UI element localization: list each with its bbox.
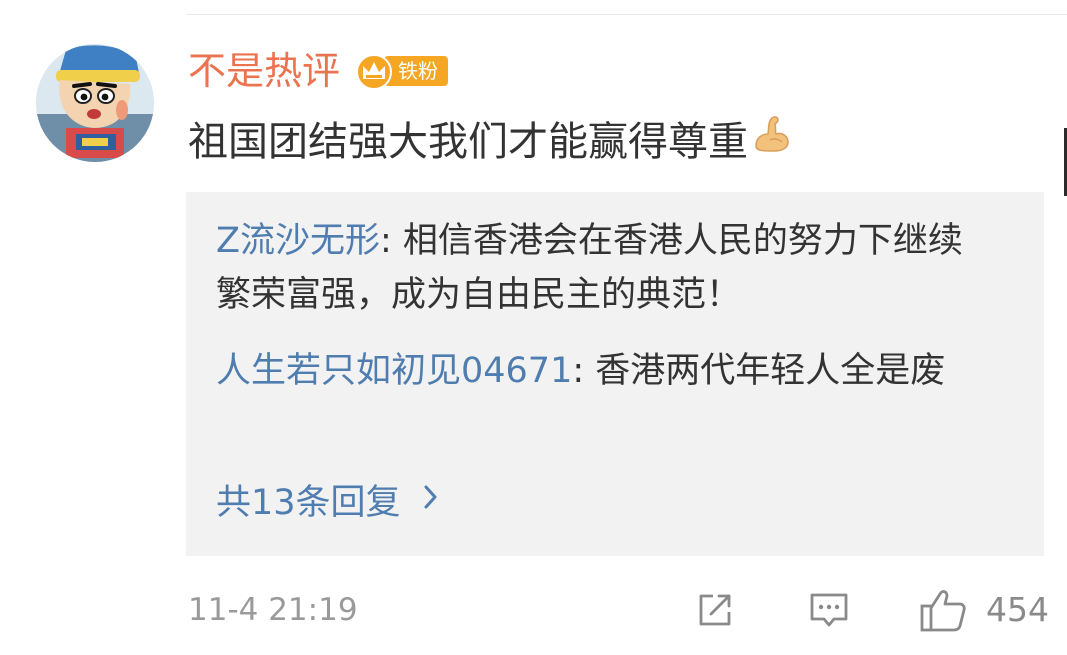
avatar[interactable] — [36, 44, 154, 162]
reply-item[interactable]: 人生若只如初见04671: 香港两代年轻人全是废 — [216, 344, 996, 398]
share-button[interactable] — [693, 586, 737, 634]
reply-author[interactable]: Z流沙无形 — [216, 221, 380, 261]
comment-username[interactable]: 不是热评 — [188, 46, 340, 96]
reply-text: 香港两代年轻人全是废 — [595, 351, 946, 391]
comment-icon — [810, 593, 848, 627]
fan-badge[interactable]: 铁粉 — [354, 51, 449, 91]
comment-header: 不是热评 铁粉 — [188, 46, 449, 96]
more-replies-link[interactable]: 共13条回复 — [216, 474, 439, 524]
reply-separator: : — [379, 221, 403, 261]
avatar-image — [36, 44, 154, 162]
reply-separator: : — [572, 351, 596, 391]
top-divider — [186, 14, 1067, 15]
share-icon — [699, 594, 731, 626]
comment-text: 祖国团结强大我们才能赢得尊重 — [188, 119, 748, 165]
comment-button[interactable] — [806, 586, 852, 634]
reply-item[interactable]: Z流沙无形: 相信香港会在香港人民的努力下继续繁荣富强，成为自由民主的典范！ — [216, 214, 996, 322]
crown-icon — [356, 54, 393, 90]
more-replies-label: 共13条回复 — [216, 482, 401, 523]
chevron-right-icon — [423, 479, 439, 519]
reply-preview-box[interactable]: Z流沙无形: 相信香港会在香港人民的努力下继续繁荣富强，成为自由民主的典范！ 人… — [186, 192, 1044, 556]
thumbs-up-icon — [920, 590, 966, 632]
like-button[interactable]: 454 — [918, 586, 1049, 634]
reply-author[interactable]: 人生若只如初见04671 — [216, 351, 572, 391]
comment-body: 祖国团结强大我们才能赢得尊重 — [188, 112, 794, 172]
like-count: 454 — [986, 590, 1049, 629]
flexed-biceps-icon — [750, 112, 794, 173]
comment-timestamp: 11-4 21:19 — [188, 592, 358, 628]
